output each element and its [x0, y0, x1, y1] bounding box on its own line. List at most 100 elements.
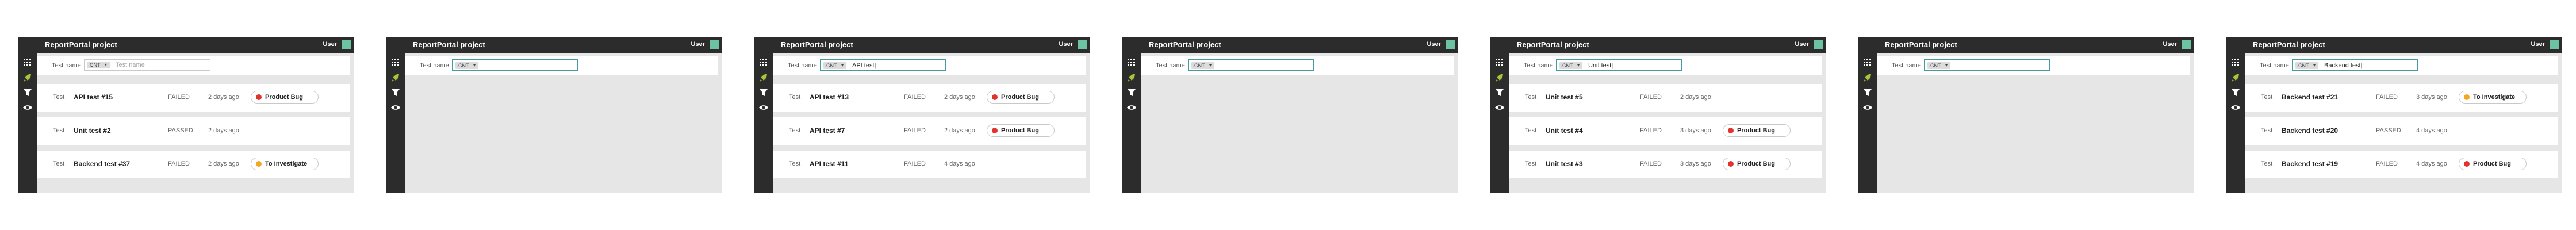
test-name[interactable]: Unit test #5: [1546, 93, 1583, 101]
avatar[interactable]: [2550, 40, 2559, 49]
filter-icon[interactable]: [1494, 87, 1505, 98]
test-time: 3 days ago: [1680, 127, 1711, 134]
condition-dropdown[interactable]: CNT ▾: [2295, 62, 2318, 69]
debug-icon[interactable]: [22, 102, 33, 113]
test-name[interactable]: Backend test #21: [2282, 93, 2338, 101]
defect-type-badge[interactable]: Product Bug: [987, 91, 1055, 103]
test-item-row[interactable]: Test Backend test #21 FAILED 3 days ago To I…: [2245, 84, 2558, 112]
defect-type-badge[interactable]: To Investigate: [2459, 91, 2527, 103]
project-name[interactable]: ReportPortal project: [1885, 40, 1957, 49]
test-item-row[interactable]: Test Unit test #4 FAILED 3 days ago Product …: [1509, 117, 1822, 145]
defect-type-badge[interactable]: Product Bug: [2459, 158, 2527, 170]
test-item-row[interactable]: Test Backend test #19 FAILED 4 days ago Prod…: [2245, 151, 2558, 178]
debug-icon[interactable]: [1126, 102, 1137, 113]
dashboard-icon[interactable]: [758, 57, 769, 68]
defect-type-badge[interactable]: To Investigate: [251, 158, 319, 170]
defect-type-badge[interactable]: Product Bug: [987, 124, 1055, 137]
user-name[interactable]: User: [323, 41, 337, 48]
launches-icon[interactable]: [22, 72, 33, 83]
filter-icon[interactable]: [22, 87, 33, 98]
defect-type-badge[interactable]: Product Bug: [1723, 158, 1791, 170]
user-name[interactable]: User: [1059, 41, 1073, 48]
avatar[interactable]: [2182, 40, 2191, 49]
launches-icon[interactable]: [1862, 72, 1873, 83]
launches-icon[interactable]: [390, 72, 401, 83]
test-name-filter-input[interactable]: CNT ▾ Unit test|: [1556, 59, 1682, 71]
test-name[interactable]: Backend test #20: [2282, 126, 2338, 135]
test-name[interactable]: API test #15: [74, 93, 113, 101]
test-name[interactable]: API test #13: [810, 93, 849, 101]
launches-icon[interactable]: [2230, 72, 2241, 83]
user-name[interactable]: User: [691, 41, 705, 48]
dashboard-icon[interactable]: [22, 57, 33, 68]
project-name[interactable]: ReportPortal project: [45, 40, 117, 49]
test-name-filter-input[interactable]: CNT ▾ Backend test|: [2292, 59, 2418, 71]
condition-dropdown[interactable]: CNT ▾: [1191, 62, 1214, 69]
condition-dropdown[interactable]: CNT ▾: [823, 62, 846, 69]
debug-icon[interactable]: [2230, 102, 2241, 113]
test-name-filter-input[interactable]: CNT ▾ Test name: [84, 59, 210, 71]
avatar[interactable]: [1446, 40, 1455, 49]
defect-type-badge[interactable]: Product Bug: [1723, 124, 1791, 137]
test-name[interactable]: API test #11: [810, 160, 848, 168]
project-name[interactable]: ReportPortal project: [413, 40, 485, 49]
avatar[interactable]: [710, 40, 719, 49]
test-item-row[interactable]: Test Unit test #5 FAILED 2 days ago: [1509, 84, 1822, 112]
filter-icon[interactable]: [390, 87, 401, 98]
test-name[interactable]: Backend test #37: [74, 160, 130, 168]
test-item-row[interactable]: Test API test #11 FAILED 4 days ago: [773, 151, 1086, 178]
test-item-row[interactable]: Test Backend test #20 PASSED 4 days ago: [2245, 117, 2558, 145]
test-item-row[interactable]: Test API test #13 FAILED 2 days ago Product …: [773, 84, 1086, 112]
avatar[interactable]: [1814, 40, 1823, 49]
project-name[interactable]: ReportPortal project: [781, 40, 853, 49]
test-item-row[interactable]: Test Unit test #3 FAILED 3 days ago Product …: [1509, 151, 1822, 178]
dashboard-icon[interactable]: [1494, 57, 1505, 68]
test-name-filter-input[interactable]: CNT ▾ |: [452, 59, 578, 71]
debug-icon[interactable]: [758, 102, 769, 113]
condition-dropdown[interactable]: CNT ▾: [1927, 62, 1950, 69]
avatar[interactable]: [342, 40, 351, 49]
debug-icon[interactable]: [1862, 102, 1873, 113]
dashboard-icon[interactable]: [1862, 57, 1873, 68]
test-name-filter-input[interactable]: CNT ▾ API test|: [820, 59, 946, 71]
dashboard-icon[interactable]: [1126, 57, 1137, 68]
test-name-filter-input[interactable]: CNT ▾ |: [1188, 59, 1314, 71]
launches-icon[interactable]: [758, 72, 769, 83]
launches-icon[interactable]: [1126, 72, 1137, 83]
test-name-filter-input[interactable]: CNT ▾ |: [1924, 59, 2050, 71]
dashboard-icon[interactable]: [2230, 57, 2241, 68]
test-name[interactable]: Unit test #2: [74, 126, 111, 135]
test-name[interactable]: Unit test #3: [1546, 160, 1583, 168]
condition-dropdown[interactable]: CNT ▾: [1559, 62, 1582, 69]
test-name[interactable]: Backend test #19: [2282, 160, 2338, 168]
avatar[interactable]: [1078, 40, 1087, 49]
user-name[interactable]: User: [2163, 41, 2177, 48]
condition-dropdown[interactable]: CNT ▾: [455, 62, 478, 69]
filter-icon[interactable]: [1862, 87, 1873, 98]
defect-type-label: Product Bug: [1737, 127, 1775, 134]
dashboard-icon[interactable]: [390, 57, 401, 68]
chevron-down-icon: ▾: [841, 63, 844, 68]
test-name[interactable]: API test #7: [810, 126, 845, 135]
filter-icon[interactable]: [758, 87, 769, 98]
debug-icon[interactable]: [390, 102, 401, 113]
test-item-row[interactable]: Test API test #7 FAILED 2 days ago Product B…: [773, 117, 1086, 145]
filter-icon[interactable]: [2230, 87, 2241, 98]
project-name[interactable]: ReportPortal project: [1517, 40, 1589, 49]
project-name[interactable]: ReportPortal project: [2253, 40, 2325, 49]
debug-icon[interactable]: [1494, 102, 1505, 113]
test-name[interactable]: Unit test #4: [1546, 126, 1583, 135]
condition-dropdown[interactable]: CNT ▾: [87, 62, 110, 68]
defect-type-badge[interactable]: Product Bug: [251, 91, 319, 103]
user-name[interactable]: User: [1427, 41, 1441, 48]
test-item-row[interactable]: Test Unit test #2 PASSED 2 days ago: [37, 117, 350, 145]
user-name[interactable]: User: [1795, 41, 1809, 48]
launches-icon[interactable]: [1494, 72, 1505, 83]
user-name[interactable]: User: [2531, 41, 2545, 48]
test-item-row[interactable]: Test Backend test #37 FAILED 2 days ago To I…: [37, 151, 350, 178]
filter-icon[interactable]: [1126, 87, 1137, 98]
test-item-row[interactable]: Test API test #15 FAILED 2 days ago Product …: [37, 84, 350, 112]
item-type: Test: [789, 94, 801, 101]
project-name[interactable]: ReportPortal project: [1149, 40, 1221, 49]
app-frame: ReportPortal project User Test name CNT ▾ API…: [754, 37, 1090, 193]
